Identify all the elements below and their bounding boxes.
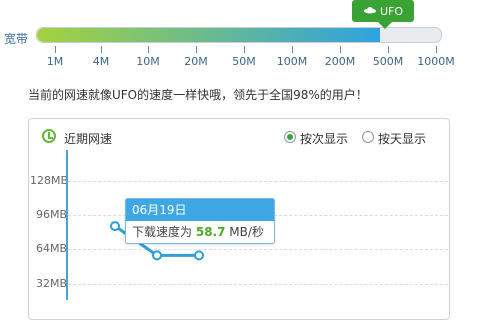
tooltip-unit: MB/秒 xyxy=(229,225,264,239)
tooltip-value: 58.7 xyxy=(195,225,226,239)
data-point[interactable] xyxy=(110,221,120,232)
tooltip-date: 06月19日 xyxy=(126,199,274,221)
tooltip-label: 下载速度为 xyxy=(132,225,193,239)
tooltip-body: 下载速度为 58.7 MB/秒 xyxy=(132,223,264,240)
speed-tooltip: 06月19日 下载速度为 58.7 MB/秒 xyxy=(125,198,275,244)
data-point[interactable] xyxy=(152,250,162,261)
line-chart-svg xyxy=(110,221,204,261)
data-point[interactable] xyxy=(194,250,204,261)
